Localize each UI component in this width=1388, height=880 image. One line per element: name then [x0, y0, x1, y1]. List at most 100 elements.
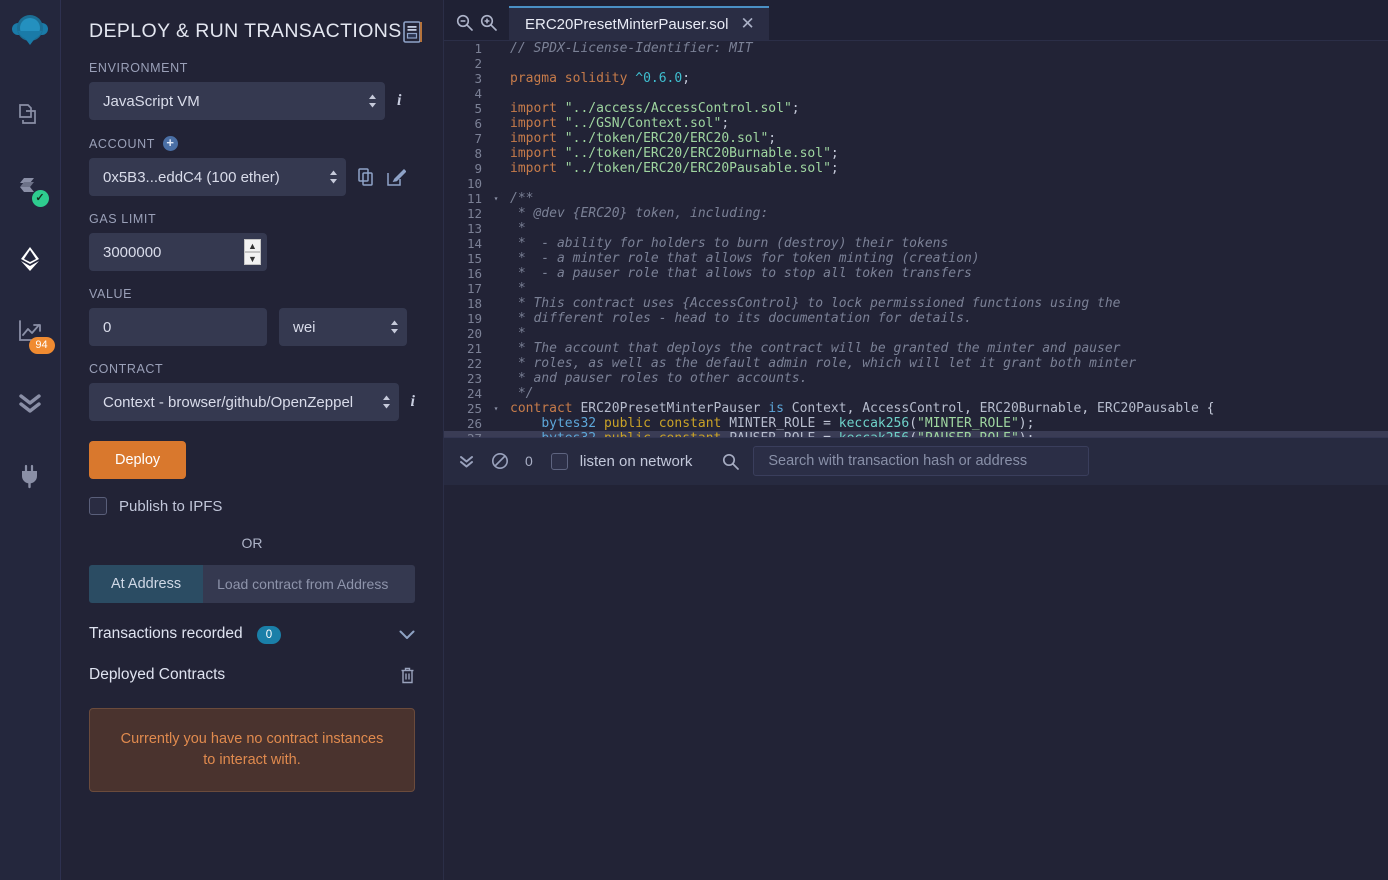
value-unit-select[interactable]: wei — [279, 308, 407, 346]
ban-icon[interactable] — [491, 452, 509, 470]
sidebar-item-debugger[interactable] — [0, 367, 61, 439]
environment-value: JavaScript VM — [103, 93, 200, 110]
at-address-input[interactable]: Load contract from Address — [203, 565, 415, 603]
edit-icon[interactable] — [387, 168, 406, 187]
code-line: 10 — [444, 176, 1388, 191]
code-line: 1// SPDX-License-Identifier: MIT — [444, 41, 1388, 56]
code-line: 9import "../token/ERC20/ERC20Pausable.so… — [444, 161, 1388, 176]
chevron-down-icon[interactable] — [399, 630, 415, 640]
line-content: import "../token/ERC20/ERC20.sol"; — [502, 131, 1388, 146]
sidebar-item-solidity-analysis[interactable]: 94 — [0, 295, 61, 367]
line-number: 16 — [444, 266, 490, 281]
line-number: 23 — [444, 371, 490, 386]
line-number: 27 — [444, 431, 490, 437]
line-content: * This contract uses {AccessControl} to … — [502, 296, 1388, 311]
line-number: 21 — [444, 341, 490, 356]
line-number: 6 — [444, 116, 490, 131]
line-content: * The account that deploys the contract … — [502, 341, 1388, 356]
double-chevron-down-icon[interactable] — [458, 453, 475, 470]
zoom-in-icon[interactable] — [480, 14, 497, 31]
line-number: 20 — [444, 326, 490, 341]
line-content: * - ability for holders to burn (destroy… — [502, 236, 1388, 251]
deployed-contracts-row: Deployed Contracts — [89, 666, 415, 684]
code-line: 8 import "../token/ERC20/ERC20Burnable.so… — [444, 146, 1388, 161]
line-number: 8 — [444, 146, 490, 161]
at-address-row: At Address Load contract from Address — [89, 565, 415, 603]
line-number: 12 — [444, 206, 490, 221]
stepper-down[interactable]: ▼ — [244, 252, 261, 265]
line-content: /** — [502, 191, 1388, 206]
line-number: 14 — [444, 236, 490, 251]
listen-on-network-label: listen on network — [580, 453, 693, 470]
info-icon[interactable]: i — [411, 393, 415, 411]
editor-tab-erc20presetminterpauser[interactable]: ERC20PresetMinterPauser.sol ✕ — [509, 6, 769, 40]
close-icon[interactable]: ✕ — [740, 14, 754, 34]
transactions-recorded-row[interactable]: Transactions recorded 0 — [89, 625, 415, 644]
code-editor[interactable]: 1// SPDX-License-Identifier: MIT23pragma… — [444, 41, 1388, 437]
contract-label: CONTRACT — [89, 362, 415, 376]
code-line: 27 bytes32 public constant PAUSER_ROLE =… — [444, 431, 1388, 437]
editor-zoom-controls — [444, 14, 509, 40]
sidebar-item-file-explorers[interactable] — [0, 79, 61, 151]
empty-message-line-1: Currently you have no contract instances — [104, 729, 400, 750]
publish-ipfs-checkbox[interactable] — [89, 497, 107, 515]
line-number: 15 — [444, 251, 490, 266]
account-select[interactable]: 0x5B3...eddC4 (100 ether) — [89, 158, 346, 196]
value-label: VALUE — [89, 287, 415, 301]
code-line: 15 * - a minter role that allows for tok… — [444, 251, 1388, 266]
code-line: 24 */ — [444, 386, 1388, 401]
contract-select[interactable]: Context - browser/github/OpenZeppel — [89, 383, 399, 421]
trash-icon[interactable] — [400, 667, 415, 684]
gas-limit-stepper[interactable]: ▲ ▼ — [244, 239, 261, 265]
code-line: 18 * This contract uses {AccessControl} … — [444, 296, 1388, 311]
line-content: */ — [502, 386, 1388, 401]
code-line: 16 * - a pauser role that allows to stop… — [444, 266, 1388, 281]
code-line: 20 * — [444, 326, 1388, 341]
account-row: 0x5B3...eddC4 (100 ether) — [89, 158, 415, 196]
line-number: 26 — [444, 416, 490, 431]
listen-on-network-checkbox[interactable] — [551, 453, 568, 470]
code-line: 14 * - ability for holders to burn (dest… — [444, 236, 1388, 251]
deploy-button[interactable]: Deploy — [89, 441, 186, 479]
account-value: 0x5B3...eddC4 (100 ether) — [103, 169, 280, 186]
value-input[interactable]: 0 — [89, 308, 267, 346]
fold-toggle-icon[interactable]: ▾ — [490, 191, 502, 206]
stepper-up[interactable]: ▲ — [244, 239, 261, 252]
line-number: 18 — [444, 296, 490, 311]
code-line: 21 * The account that deploys the contra… — [444, 341, 1388, 356]
copy-icon[interactable] — [358, 168, 375, 187]
remix-logo[interactable] — [8, 9, 52, 53]
document-icon[interactable] — [403, 21, 423, 43]
line-content: import "../token/ERC20/ERC20Pausable.sol… — [502, 161, 1388, 176]
gas-limit-input[interactable]: 3000000 ▲ ▼ — [89, 233, 267, 271]
contract-value: Context - browser/github/OpenZeppel — [103, 394, 353, 411]
compiler-success-badge: ✓ — [32, 190, 49, 207]
line-content: * — [502, 281, 1388, 296]
line-number: 10 — [444, 176, 490, 191]
chevron-updown-icon — [390, 320, 399, 335]
line-content: import "../token/ERC20/ERC20Burnable.sol… — [502, 146, 1388, 161]
deployed-contracts-label: Deployed Contracts — [89, 666, 225, 684]
info-icon[interactable]: i — [397, 92, 401, 110]
line-number: 5 — [444, 101, 490, 116]
panel-header: DEPLOY & RUN TRANSACTIONS — [61, 0, 443, 43]
sidebar-item-deploy-run-transactions[interactable] — [0, 223, 61, 295]
plus-circle-icon[interactable]: + — [163, 136, 178, 151]
sidebar-item-plugin-manager[interactable] — [0, 439, 61, 511]
at-address-button[interactable]: At Address — [89, 565, 203, 603]
search-icon[interactable] — [722, 453, 739, 470]
code-line: 7 import "../token/ERC20/ERC20.sol"; — [444, 131, 1388, 146]
transaction-search-input[interactable]: Search with transaction hash or address — [753, 446, 1089, 476]
fold-toggle-icon[interactable]: ▾ — [490, 401, 502, 416]
line-number: 17 — [444, 281, 490, 296]
sidebar-item-solidity-compiler[interactable]: ✓ — [0, 151, 61, 223]
line-content: * - a pauser role that allows to stop al… — [502, 266, 1388, 281]
tab-label: ERC20PresetMinterPauser.sol — [525, 16, 728, 33]
environment-select[interactable]: JavaScript VM — [89, 82, 385, 120]
code-line: 26 bytes32 public constant MINTER_ROLE =… — [444, 416, 1388, 431]
publish-ipfs-row[interactable]: Publish to IPFS — [89, 497, 415, 515]
editor-tabbar: ERC20PresetMinterPauser.sol ✕ — [444, 0, 1388, 41]
line-number: 7 — [444, 131, 490, 146]
or-divider: OR — [89, 535, 415, 551]
zoom-out-icon[interactable] — [456, 14, 473, 31]
